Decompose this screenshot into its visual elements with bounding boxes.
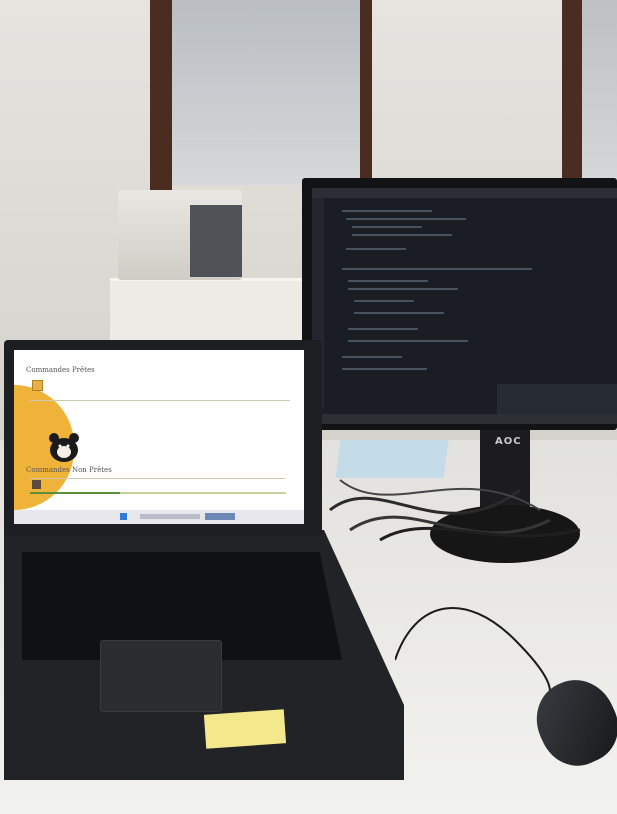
window-frame-mid	[358, 0, 372, 180]
taskbar-search[interactable]	[140, 514, 200, 519]
heading-not-ready-orders: Commandes Non Prêtes	[26, 466, 112, 474]
heading-ready-orders: Commandes Prêtes	[26, 366, 95, 374]
laptop-touchpad	[100, 640, 222, 712]
monitor-brand-logo: AOC	[495, 436, 522, 447]
sticky-note	[203, 709, 287, 749]
editor-titlebar	[312, 188, 617, 198]
printer-front-panel	[190, 205, 242, 277]
taskbar-pinned-apps[interactable]	[205, 513, 235, 520]
window-glass	[172, 0, 360, 185]
windows-start-icon[interactable]	[120, 513, 127, 520]
window-glass-right	[582, 0, 617, 185]
desk-scene: AOC Commandes Prêtes Commandes Non Prête…	[0, 0, 617, 814]
monitor-taskbar	[312, 414, 617, 424]
progress-fill	[30, 492, 120, 494]
divider-2	[30, 478, 285, 479]
editor-terminal-panel	[497, 384, 617, 414]
penguin-mascot-icon	[49, 433, 79, 462]
order-box-icon	[32, 380, 43, 391]
window-frame-left	[150, 0, 172, 190]
window-frame-right	[562, 0, 582, 180]
divider	[30, 400, 290, 401]
progress-track	[30, 492, 286, 494]
mouse-cable	[395, 606, 551, 701]
cables	[329, 479, 581, 542]
monitor-screen-code-editor	[312, 188, 617, 416]
pending-order-icon	[32, 480, 41, 489]
